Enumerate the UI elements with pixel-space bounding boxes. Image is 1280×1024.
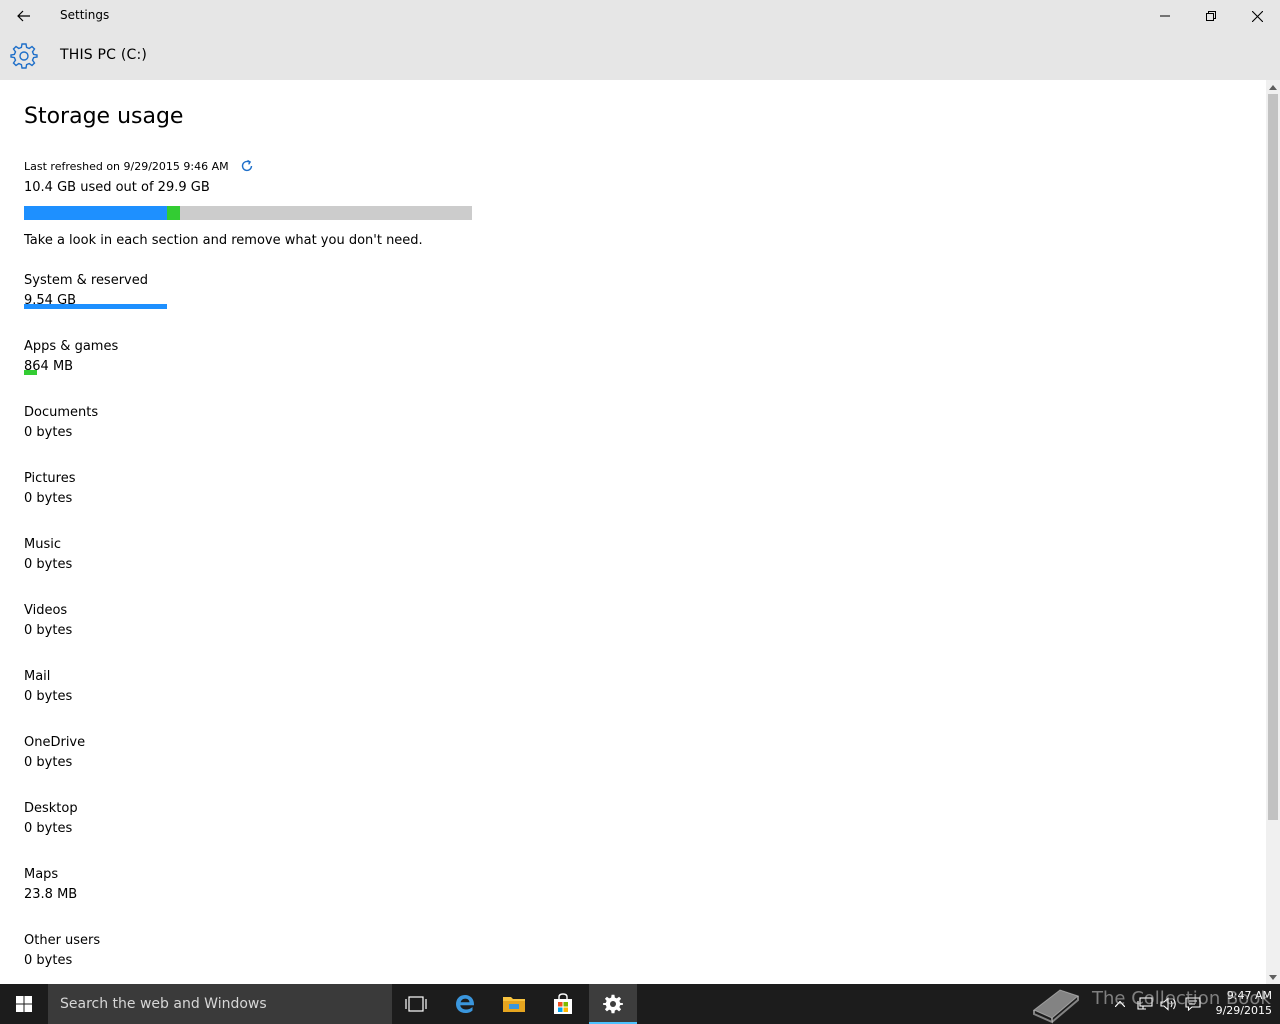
category-name: Music <box>24 537 61 552</box>
page-title: Storage usage <box>24 104 184 129</box>
gear-icon <box>10 43 38 69</box>
storage-category[interactable]: Pictures 0 bytes <box>24 471 324 531</box>
storage-category[interactable]: Videos 0 bytes <box>24 603 324 663</box>
storage-category[interactable]: System & reserved 9.54 GB <box>24 273 324 333</box>
task-view-icon <box>405 996 427 1012</box>
category-size: 0 bytes <box>24 623 73 638</box>
category-name: System & reserved <box>24 273 148 288</box>
store-button[interactable] <box>539 984 587 1024</box>
settings-icon <box>603 994 623 1014</box>
storage-usage-bar <box>24 206 472 220</box>
used-summary: 10.4 GB used out of 29.9 GB <box>24 180 210 195</box>
clock-time: 9:47 AM <box>1226 989 1272 1002</box>
title-bar: Settings <box>0 0 1280 32</box>
storage-category[interactable]: Apps & games 864 MB <box>24 339 324 399</box>
search-box[interactable]: Search the web and Windows <box>48 984 392 1024</box>
category-size: 0 bytes <box>24 689 73 704</box>
scroll-up-button[interactable] <box>1266 80 1280 94</box>
close-icon <box>1251 10 1263 22</box>
category-name: Documents <box>24 405 99 420</box>
edge-button[interactable] <box>441 984 489 1024</box>
action-center-button[interactable] <box>1182 984 1204 1024</box>
category-name: Desktop <box>24 801 78 816</box>
storage-category[interactable]: Other users 0 bytes <box>24 933 324 984</box>
minimize-button[interactable] <box>1142 0 1188 32</box>
category-name: Videos <box>24 603 68 618</box>
category-size: 0 bytes <box>24 755 73 770</box>
back-arrow-icon <box>17 10 30 22</box>
scroll-thumb[interactable] <box>1268 94 1278 820</box>
volume-icon <box>1160 997 1176 1011</box>
vertical-scrollbar[interactable] <box>1266 80 1280 984</box>
category-name: Other users <box>24 933 101 948</box>
edge-icon <box>456 995 475 1013</box>
category-size: 0 bytes <box>24 953 73 968</box>
category-size: 0 bytes <box>24 821 73 836</box>
network-icon <box>1137 997 1153 1010</box>
volume-button[interactable] <box>1158 984 1180 1024</box>
category-name: Maps <box>24 867 59 882</box>
usage-segment <box>24 206 167 220</box>
chevron-up-icon <box>1115 1001 1125 1007</box>
back-button[interactable] <box>0 0 48 32</box>
restore-button[interactable] <box>1188 0 1234 32</box>
file-explorer-button[interactable] <box>490 984 538 1024</box>
refresh-icon[interactable] <box>239 158 255 174</box>
last-refreshed: Last refreshed on 9/29/2015 9:46 AM <box>24 158 255 174</box>
storage-category[interactable]: OneDrive 0 bytes <box>24 735 324 795</box>
task-view-button[interactable] <box>392 984 440 1024</box>
storage-category[interactable]: Mail 0 bytes <box>24 669 324 729</box>
category-usage-bar <box>24 370 37 375</box>
minimize-icon <box>1160 15 1170 17</box>
clock-date: 9/29/2015 <box>1215 1004 1272 1017</box>
drive-title: THIS PC (C:) <box>60 47 148 63</box>
close-button[interactable] <box>1234 0 1280 32</box>
scroll-down-button[interactable] <box>1266 970 1280 984</box>
category-size: 0 bytes <box>24 425 73 440</box>
storage-category[interactable]: Maps 23.8 MB <box>24 867 324 927</box>
storage-category[interactable]: Documents 0 bytes <box>24 405 324 465</box>
category-size: 0 bytes <box>24 557 73 572</box>
category-name: Apps & games <box>24 339 119 354</box>
taskbar: Search the web and Windows 9:47 AM 9/29/… <box>0 984 1280 1024</box>
category-name: Pictures <box>24 471 76 486</box>
category-size: 0 bytes <box>24 491 73 506</box>
category-name: OneDrive <box>24 735 86 750</box>
store-icon <box>554 993 572 1014</box>
search-placeholder: Search the web and Windows <box>60 996 267 1012</box>
page-header: THIS PC (C:) <box>0 32 1280 80</box>
file-explorer-icon <box>503 997 525 1012</box>
show-hidden-icons-button[interactable] <box>1110 984 1130 1024</box>
restore-icon <box>1206 11 1216 21</box>
chevron-up-icon <box>1269 84 1277 90</box>
storage-category[interactable]: Music 0 bytes <box>24 537 324 597</box>
storage-usage-page: Storage usage Last refreshed on 9/29/201… <box>0 80 1266 984</box>
chevron-down-icon <box>1269 974 1277 980</box>
storage-category[interactable]: Desktop 0 bytes <box>24 801 324 861</box>
last-refreshed-text: Last refreshed on 9/29/2015 9:46 AM <box>24 159 229 173</box>
network-button[interactable] <box>1134 984 1156 1024</box>
windows-logo-icon <box>16 996 32 1012</box>
clock[interactable]: 9:47 AM 9/29/2015 <box>1206 988 1272 1018</box>
settings-button[interactable] <box>589 984 637 1024</box>
usage-segment <box>167 206 180 220</box>
hint-text: Take a look in each section and remove w… <box>24 233 423 248</box>
notification-icon <box>1185 997 1201 1011</box>
category-usage-bar <box>24 304 167 309</box>
window-title: Settings <box>60 8 110 22</box>
category-name: Mail <box>24 669 51 684</box>
start-button[interactable] <box>0 984 48 1024</box>
category-size: 23.8 MB <box>24 887 78 902</box>
